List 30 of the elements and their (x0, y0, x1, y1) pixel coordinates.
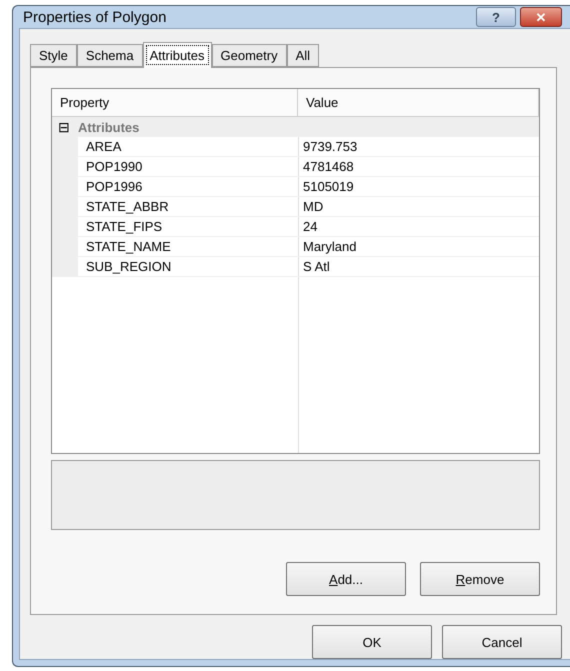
collapse-icon[interactable]: ⊟ (58, 120, 70, 134)
tab[interactable]: Geometry (212, 44, 287, 67)
ok-button[interactable]: OK (312, 625, 432, 659)
value-cell: MD (299, 197, 539, 217)
property-cell: STATE_ABBR (52, 197, 299, 217)
column-header[interactable]: Property (52, 89, 298, 116)
tab[interactable]: All (286, 44, 320, 67)
column-header[interactable]: Value (298, 89, 539, 116)
value-cell: Maryland (299, 237, 539, 257)
value-cell: 24 (299, 217, 539, 237)
category-row[interactable]: ⊟ Attributes (52, 117, 539, 137)
property-cell: SUB_REGION (52, 257, 299, 277)
property-cell: STATE_FIPS (52, 217, 299, 237)
value-cell: S Atl (299, 257, 539, 277)
help-button[interactable]: ? (476, 7, 516, 27)
remove-button[interactable]: Remove (420, 562, 540, 596)
property-cell: POP1990 (52, 157, 299, 177)
window-title: Properties of Polygon (22, 8, 168, 26)
tab[interactable]: Attributes (142, 42, 212, 68)
property-cell: AREA (52, 137, 299, 157)
tab[interactable]: Style (30, 44, 77, 67)
value-cell: 5105019 (299, 177, 539, 197)
tab[interactable]: Schema (76, 44, 143, 67)
value-cell: 9739.753 (299, 137, 539, 157)
category-label: Attributes (78, 120, 140, 134)
property-cell: STATE_NAME (52, 237, 299, 257)
cancel-button[interactable]: Cancel (442, 625, 562, 659)
property-cell: POP1996 (52, 177, 299, 197)
value-cell: 4781468 (299, 157, 539, 177)
add-button[interactable]: Add... (286, 562, 406, 596)
